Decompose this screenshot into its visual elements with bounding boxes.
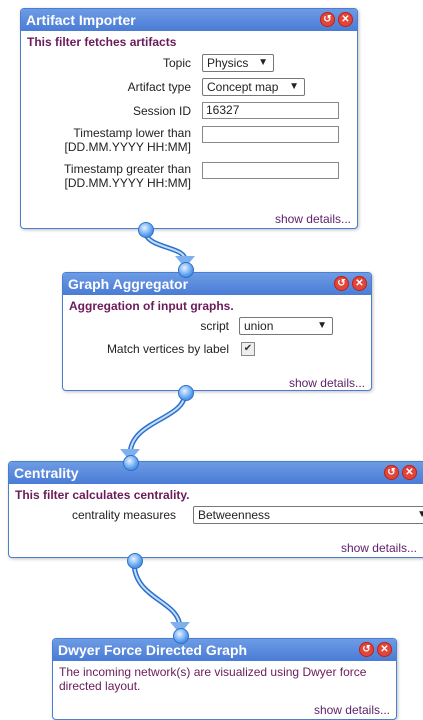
timestamp-greater-label: Timestamp greater than [DD.MM.YYYY HH:MM…: [64, 162, 191, 190]
centrality-measures-select[interactable]: Betweenness ▼: [193, 506, 423, 524]
output-port[interactable]: [178, 385, 194, 401]
script-select[interactable]: union ▼: [239, 317, 333, 335]
dropdown-arrow-icon: ▼: [317, 320, 327, 331]
output-port[interactable]: [138, 222, 154, 238]
artifact-type-select-value: Concept map: [207, 80, 279, 94]
close-icon[interactable]: ✕: [402, 465, 417, 480]
node-title: Artifact Importer: [26, 12, 136, 28]
node-title-bar[interactable]: Graph Aggregator ↺ ✕: [63, 273, 371, 295]
node-title: Dwyer Force Directed Graph: [58, 642, 248, 658]
dropdown-arrow-icon: ▼: [258, 57, 268, 68]
node-description: The incoming network(s) are visualized u…: [59, 665, 367, 693]
script-label: script: [200, 319, 229, 333]
timestamp-lower-input[interactable]: [202, 126, 339, 143]
centrality-measures-label: centrality measures: [71, 508, 176, 522]
close-icon[interactable]: ✕: [377, 642, 392, 657]
wire-centrality-dwyer: [131, 559, 183, 631]
dropdown-arrow-icon: ▼: [289, 81, 299, 92]
node-title: Centrality: [14, 465, 79, 481]
show-details-link[interactable]: show details...: [275, 212, 351, 226]
dropdown-arrow-icon: ▼: [417, 507, 423, 523]
script-select-value: union: [244, 319, 274, 333]
timestamp-lower-label: Timestamp lower than [DD.MM.YYYY HH:MM]: [64, 126, 191, 154]
reset-icon[interactable]: ↺: [384, 465, 399, 480]
wire-aggregator-centrality: [127, 390, 188, 458]
node-title-bar[interactable]: Dwyer Force Directed Graph ↺ ✕: [53, 639, 396, 661]
show-details-link[interactable]: show details...: [289, 376, 365, 390]
artifact-type-select[interactable]: Concept map ▼: [202, 78, 305, 96]
input-port[interactable]: [123, 455, 139, 471]
session-id-input[interactable]: 16327: [202, 102, 339, 119]
output-port[interactable]: [127, 553, 143, 569]
show-details-link[interactable]: show details...: [341, 541, 417, 555]
node-description: Aggregation of input graphs.: [69, 299, 234, 313]
reset-icon[interactable]: ↺: [320, 12, 335, 27]
centrality-measures-value: Betweenness: [198, 508, 271, 522]
artifact-type-label: Artifact type: [127, 80, 191, 94]
input-port[interactable]: [178, 262, 194, 278]
centrality-node[interactable]: Centrality ↺ ✕ This filter calculates ce…: [8, 461, 423, 558]
node-description: This filter fetches artifacts: [27, 35, 177, 49]
topic-select[interactable]: Physics ▼: [202, 54, 274, 72]
match-vertices-label: Match vertices by label: [106, 342, 229, 356]
show-details-link[interactable]: show details...: [314, 703, 390, 717]
reset-icon[interactable]: ↺: [359, 642, 374, 657]
session-id-label: Session ID: [132, 104, 191, 118]
close-icon[interactable]: ✕: [338, 12, 353, 27]
node-title: Graph Aggregator: [68, 276, 189, 292]
node-title-bar[interactable]: Artifact Importer ↺ ✕: [21, 9, 357, 31]
input-port[interactable]: [173, 628, 189, 644]
topic-select-value: Physics: [207, 56, 249, 70]
timestamp-greater-input[interactable]: [202, 162, 339, 179]
artifact-importer-node[interactable]: Artifact Importer ↺ ✕ This filter fetche…: [20, 8, 358, 229]
reset-icon[interactable]: ↺: [334, 276, 349, 291]
topic-label: Topic: [162, 56, 191, 70]
check-icon: ✔: [243, 343, 253, 354]
dwyer-force-directed-node[interactable]: Dwyer Force Directed Graph ↺ ✕ The incom…: [52, 638, 397, 720]
close-icon[interactable]: ✕: [352, 276, 367, 291]
graph-aggregator-node[interactable]: Graph Aggregator ↺ ✕ Aggregation of inpu…: [62, 272, 372, 391]
node-description: This filter calculates centrality.: [15, 488, 190, 502]
node-title-bar[interactable]: Centrality ↺ ✕: [9, 462, 423, 484]
match-vertices-checkbox[interactable]: ✔: [241, 342, 255, 356]
